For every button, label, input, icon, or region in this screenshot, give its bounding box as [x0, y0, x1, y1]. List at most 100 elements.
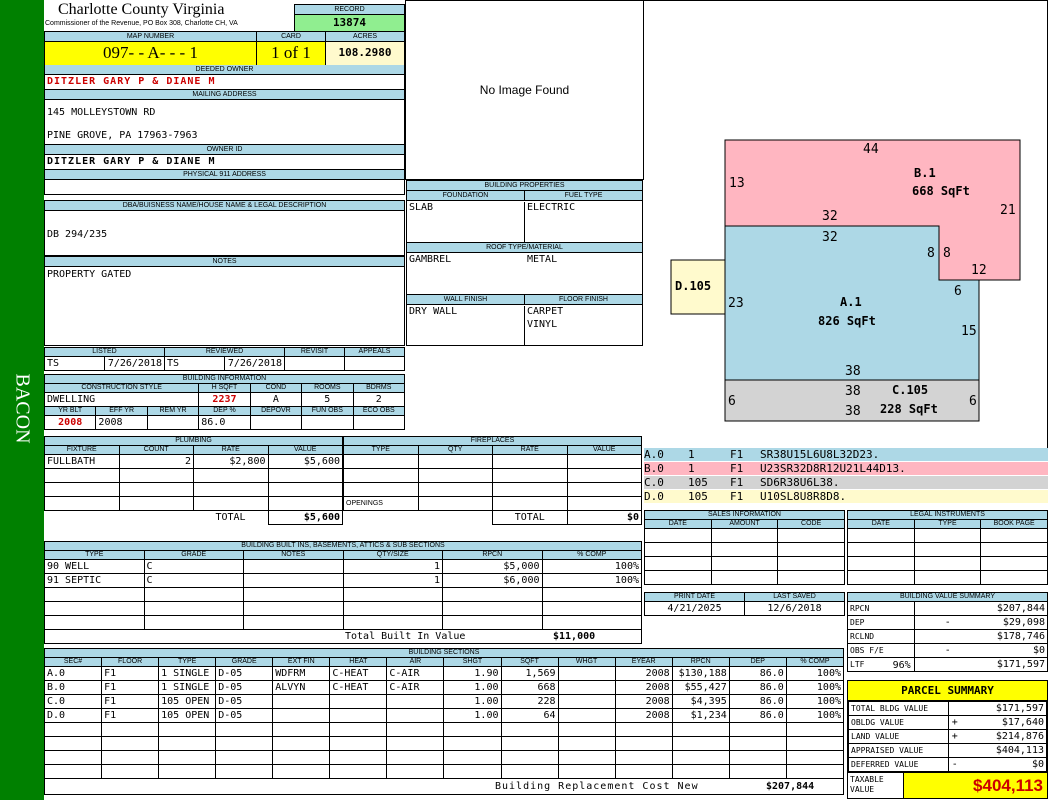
foundation-label: FOUNDATION — [407, 191, 525, 201]
table-row: C.0F1105 OPEN FRAME PCHD-05 1.00228 2008$4… — [43, 694, 845, 709]
section-cell — [43, 722, 103, 737]
table-row: LTF 96% $171,597 — [847, 657, 1048, 672]
table-row — [43, 736, 845, 751]
parcel-value: $0 — [960, 757, 1047, 772]
section-cell — [272, 736, 331, 751]
table-row — [43, 750, 845, 765]
floor-finish-2: VINYL — [527, 319, 558, 330]
section-cell — [557, 694, 616, 709]
plumbing-title: PLUMBING — [44, 436, 343, 446]
physical-address — [45, 180, 404, 194]
builtin-total-label: Total Built In Value — [345, 631, 466, 642]
yrblt-label: YR BLT — [43, 406, 97, 416]
legal-instruments: LEGAL INSTRUMENTS DATE TYPE BOOK PAGE — [847, 510, 1048, 585]
legend-cell: F1 — [730, 476, 744, 489]
openings-label: OPENINGS — [343, 496, 419, 511]
table-row: RCLND $178,746 — [847, 629, 1048, 644]
section-cell — [557, 680, 616, 695]
legend-cell: F1 — [730, 448, 744, 461]
section-cell — [500, 736, 559, 751]
builtin-total: $11,000 — [553, 631, 596, 642]
sec-label: SEC# — [43, 657, 103, 667]
rooms-label: ROOMS — [301, 383, 354, 393]
dep-label: DEP % — [198, 406, 251, 416]
dim-label: 23 — [728, 296, 744, 311]
bi-grade-cell: C — [143, 559, 244, 574]
bdrms-label: BDRMS — [352, 383, 406, 393]
bvs-value: $29,098 — [980, 615, 1048, 630]
section-cell: 668 — [500, 680, 559, 695]
bi-type-label: TYPE — [44, 550, 145, 560]
roof-label: ROOF TYPE/MATERIAL — [407, 242, 642, 253]
bvs-sign: - — [913, 643, 981, 658]
b-area: 668 SqFt — [912, 184, 970, 198]
bi-notes-label: NOTES — [243, 550, 344, 560]
section-cell: 2008 — [614, 708, 673, 723]
section-cell — [500, 750, 559, 765]
section-cell — [728, 736, 787, 751]
section-cell: 86.0 — [728, 708, 787, 723]
section-cell — [272, 722, 331, 737]
dep-value: 86.0 — [198, 415, 251, 430]
bi-comp-cell: 100% — [541, 573, 642, 588]
fireplaces-block: FIREPLACES TYPE QTY RATE VALUE OPENINGS TOT… — [343, 436, 642, 525]
hsqft-value: 2237 — [198, 392, 251, 407]
map-number: 097- - A- - - 1 — [45, 42, 256, 65]
section-cell — [272, 694, 331, 709]
sales-amount-label: AMOUNT — [710, 519, 779, 529]
section-cell — [101, 750, 160, 765]
c-area: 228 SqFt — [880, 402, 938, 416]
section-cell: 2008 — [614, 680, 673, 695]
section-cell — [101, 736, 160, 751]
parcel-value: $214,876 — [960, 729, 1047, 744]
section-cell — [329, 736, 388, 751]
a-label: A.1 — [840, 295, 862, 309]
legend-row: C.0 105 F1 SD6R38U6L38. — [644, 476, 1048, 490]
parcel-summary: PARCEL SUMMARY TOTAL BLDG VALUE $171,597 OB… — [847, 680, 1048, 799]
owner-id: DITZLER GARY P & DIANE M — [47, 156, 216, 167]
section-cell — [614, 736, 673, 751]
section-cell — [329, 694, 388, 709]
mailing-address-label: MAILING ADDRESS — [45, 89, 404, 100]
section-cell — [557, 666, 616, 681]
section-cell — [329, 722, 388, 737]
card-value: 1 of 1 — [256, 42, 325, 65]
section-cell: 100% — [785, 694, 845, 709]
wall-finish-label: WALL FINISH — [407, 294, 525, 305]
legend-cell: F1 — [730, 462, 744, 475]
effyr-label: EFF YR — [95, 406, 148, 416]
fp-total-label: TOTAL — [492, 510, 568, 525]
whgt-label: WHGT — [557, 657, 616, 667]
section-cell: A.0 — [43, 666, 103, 681]
section-cell: F1 — [101, 680, 160, 695]
plumbing-block: PLUMBING FIXTURE COUNT RATE VALUE FULLBATH 2… — [44, 436, 343, 525]
table-row — [43, 722, 845, 737]
dim-label: 8 — [943, 246, 951, 261]
section-cell — [158, 750, 217, 765]
notes-label: NOTES — [45, 257, 404, 267]
revisit-date — [284, 356, 345, 371]
section-cell — [614, 764, 673, 779]
bvs-value: $178,746 — [980, 629, 1048, 644]
dim-label: 32 — [822, 209, 838, 224]
section-cell: 1.00 — [443, 708, 502, 723]
roof-type: GAMBREL — [409, 254, 452, 265]
township-sidebar: BACON — [0, 0, 44, 800]
bvs-sign — [913, 601, 981, 616]
section-cell: D.0 — [43, 708, 103, 723]
hsqft-label: H SQFT — [198, 383, 251, 393]
air-label: AIR — [386, 657, 445, 667]
section-cell — [557, 736, 616, 751]
legal-type-label: TYPE — [913, 519, 982, 529]
section-cell — [671, 722, 730, 737]
reviewed-label: REVIEWED — [164, 347, 285, 357]
section-cell — [158, 736, 217, 751]
bvs-label: OBS F/E — [847, 643, 915, 658]
fuel-label: FUEL TYPE — [525, 191, 642, 201]
bi-qty-cell: 1 — [342, 573, 443, 588]
fireplaces-title: FIREPLACES — [343, 436, 642, 446]
legal-bookpage-label: BOOK PAGE — [980, 519, 1048, 529]
listed-label: LISTED — [44, 347, 165, 357]
shgt-label: SHGT — [443, 657, 502, 667]
building-information: BUILDING INFORMATION CONSTRUCTION STYLE H… — [43, 374, 406, 430]
